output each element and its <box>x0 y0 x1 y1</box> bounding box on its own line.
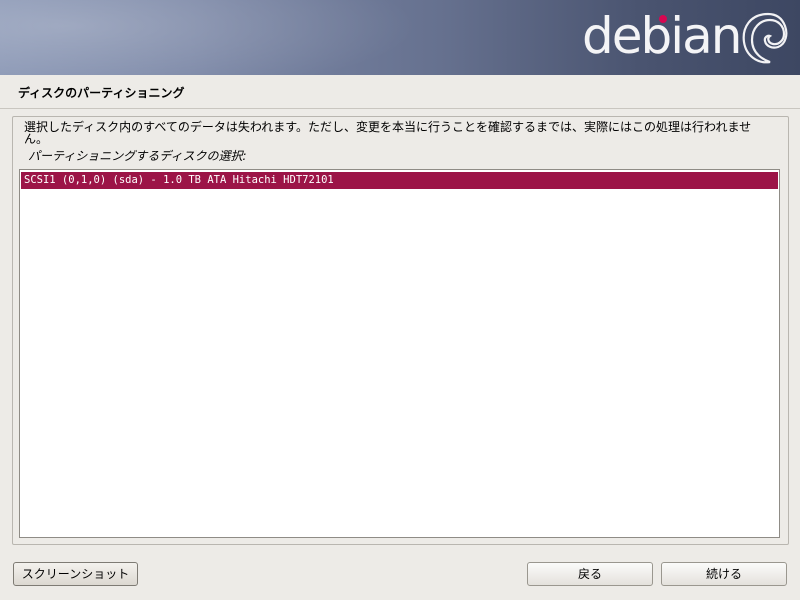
back-button[interactable]: 戻る <box>527 562 653 586</box>
continue-button[interactable]: 続ける <box>661 562 787 586</box>
title-divider <box>0 108 800 109</box>
debian-banner: debian <box>0 0 800 75</box>
debian-logo-dot <box>659 15 667 23</box>
banner-decoration <box>0 0 480 75</box>
disk-list[interactable]: SCSI1 (0,1,0) (sda) - 1.0 TB ATA Hitachi… <box>19 169 780 538</box>
screenshot-button[interactable]: スクリーンショット <box>13 562 138 586</box>
disk-list-item[interactable]: SCSI1 (0,1,0) (sda) - 1.0 TB ATA Hitachi… <box>21 172 778 189</box>
page-title: ディスクのパーティショニング <box>18 86 185 100</box>
disk-select-prompt: パーティショニングするディスクの選択: <box>28 149 247 163</box>
warning-description: 選択したディスク内のすべてのデータは失われます。ただし、変更を本当に行うことを確… <box>24 120 752 146</box>
debian-swirl-icon <box>742 12 788 64</box>
